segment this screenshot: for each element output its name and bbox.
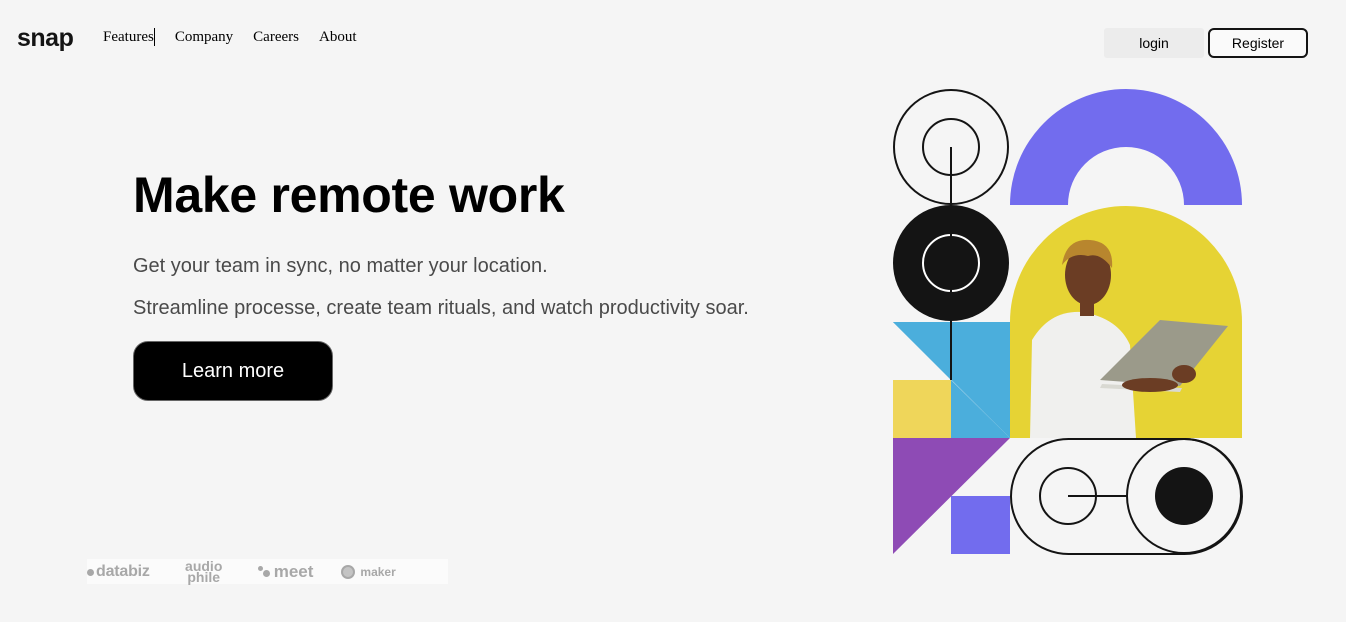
blue-small-triangle-shape: [893, 322, 951, 380]
pill-black-dot-shape: [1155, 467, 1213, 525]
purple-arch-shape: [1010, 89, 1242, 205]
hero-illustration: [893, 89, 1243, 555]
yellow-square-shape: [893, 380, 951, 438]
purple-square-shape: [951, 496, 1010, 554]
